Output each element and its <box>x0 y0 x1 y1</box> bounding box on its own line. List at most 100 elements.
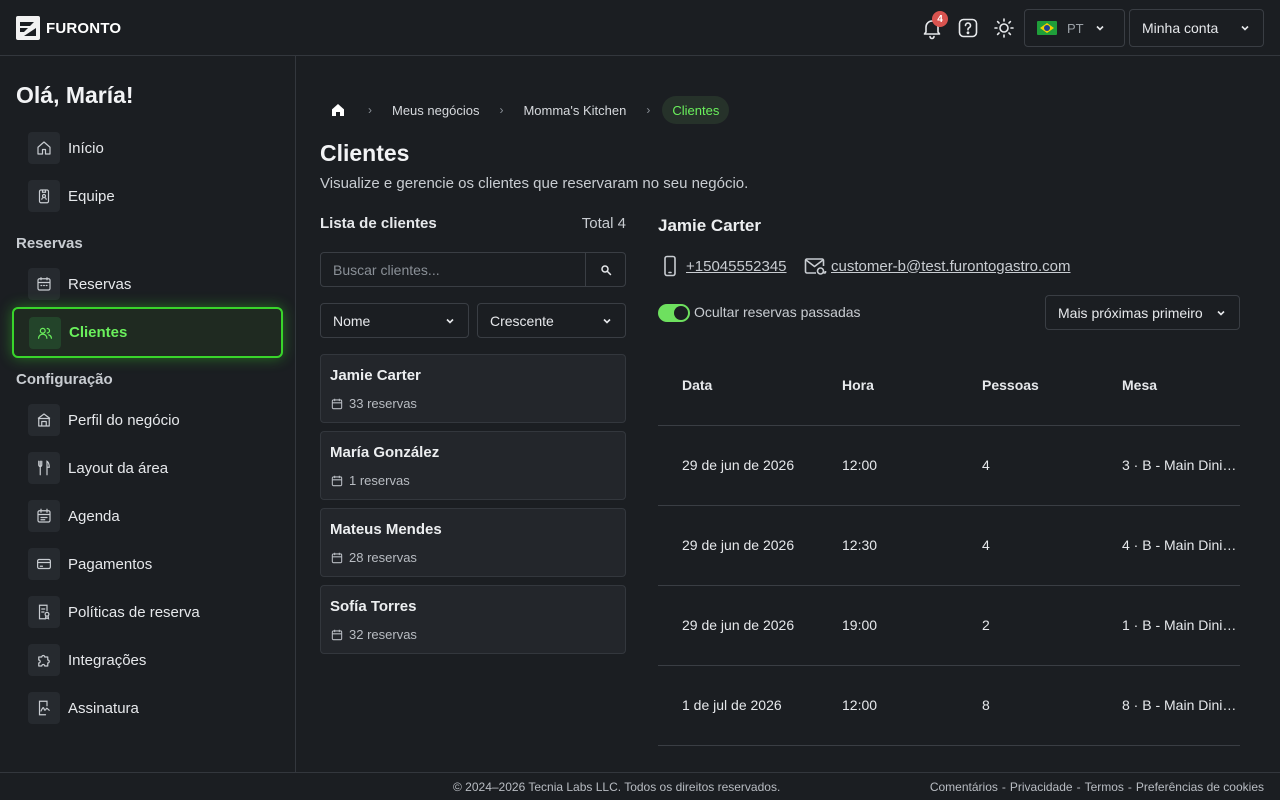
chevron-down-icon <box>1241 25 1249 31</box>
client-card-maria-gonzalez[interactable]: María González 1 reservas <box>320 431 626 500</box>
client-email: customer-b@test.furontogastro.com <box>831 257 1071 275</box>
client-detail-name: Jamie Carter <box>658 216 762 235</box>
sidebar-item-equipe[interactable]: Equipe <box>28 180 278 212</box>
client-reservations: 33 reservas <box>330 396 417 411</box>
sidebar-item-assinatura[interactable]: Assinatura <box>28 692 278 724</box>
cell-date: 29 de jun de 2026 <box>682 617 795 633</box>
client-phone-link[interactable]: +15045552345 <box>658 254 787 278</box>
table-row[interactable]: 29 de jun de 2026 12:00 4 3 · B - Main D… <box>658 426 1240 506</box>
client-reservation-count: 33 reservas <box>349 396 417 411</box>
help-icon[interactable] <box>956 16 980 40</box>
logo[interactable]: FURONTO <box>16 16 121 40</box>
client-reservations: 32 reservas <box>330 627 417 642</box>
sidebar-item-label: Agenda <box>68 507 120 525</box>
reservation-sort-select[interactable]: Mais próximas primeiro <box>1045 295 1240 330</box>
signature-icon <box>28 692 60 724</box>
reservations-table: Data Hora Pessoas Mesa 29 de jun de 2026… <box>658 346 1240 746</box>
footer-link-privacidade[interactable]: Privacidade <box>1010 780 1073 794</box>
client-name: María González <box>330 444 440 461</box>
column-header-data: Data <box>682 377 713 393</box>
breadcrumb-item-meus-negocios[interactable]: Meus negócios <box>384 103 487 118</box>
sidebar-item-politicas-reserva[interactable]: Políticas de reserva <box>28 596 278 628</box>
column-header-mesa: Mesa <box>1122 377 1158 393</box>
cell-table: 8 · B - Main Dining Room <box>1122 697 1240 713</box>
account-menu-button[interactable]: Minha conta <box>1129 9 1264 47</box>
search-button[interactable] <box>585 253 625 286</box>
calendar-icon <box>331 629 343 640</box>
column-header-hora: Hora <box>842 377 874 393</box>
section-label-configuracao: Configuração <box>16 371 113 388</box>
hide-past-reservations-label: Ocultar reservas passadas <box>694 304 861 320</box>
footer-link-termos[interactable]: Termos <box>1085 780 1124 794</box>
account-label: Minha conta <box>1142 20 1219 36</box>
sidebar-item-agenda[interactable]: Agenda <box>28 500 278 532</box>
cell-time: 12:00 <box>842 457 878 473</box>
top-bar: FURONTO 4 PT Minha conta <box>0 0 1280 56</box>
cell-date: 29 de jun de 2026 <box>682 537 795 553</box>
client-list-title: Lista de clientes <box>320 215 437 232</box>
client-card-jamie-carter[interactable]: Jamie Carter 33 reservas <box>320 354 626 423</box>
client-card-sofia-torres[interactable]: Sofía Torres 32 reservas <box>320 585 626 654</box>
client-card-mateus-mendes[interactable]: Mateus Mendes 28 reservas <box>320 508 626 577</box>
client-name: Mateus Mendes <box>330 521 442 538</box>
table-row[interactable]: 29 de jun de 2026 19:00 2 1 · B - Main D… <box>658 586 1240 666</box>
sidebar-item-label: Perfil do negócio <box>68 411 180 429</box>
cell-date: 1 de jul de 2026 <box>682 697 782 713</box>
cell-table: 4 · B - Main Dining Room <box>1122 537 1240 553</box>
cell-date: 29 de jun de 2026 <box>682 457 795 473</box>
table-row[interactable]: 1 de jul de 2026 12:00 8 8 · B - Main Di… <box>658 666 1240 746</box>
sidebar-item-perfil-negocio[interactable]: Perfil do negócio <box>28 404 278 436</box>
language-code: PT <box>1067 20 1084 36</box>
cell-people: 8 <box>982 697 990 713</box>
search-icon <box>600 264 611 275</box>
puzzle-icon <box>28 644 60 676</box>
breadcrumb-item-business[interactable]: Momma's Kitchen <box>515 103 634 118</box>
sidebar-item-label: Reservas <box>68 275 132 293</box>
breadcrumb-separator: › <box>368 103 372 117</box>
sidebar-item-label: Clientes <box>69 324 128 341</box>
sort-order-select[interactable]: Crescente <box>477 303 626 338</box>
footer-link-comentarios[interactable]: Comentários <box>930 780 998 794</box>
breadcrumb: › Meus negócios › Momma's Kitchen › Clie… <box>320 96 730 124</box>
sidebar: Olá, María! Início Equipe Reservas Reser… <box>0 56 296 772</box>
client-email-link[interactable]: customer-b@test.furontogastro.com <box>803 254 1071 278</box>
users-icon <box>29 316 61 349</box>
sidebar-item-layout-area[interactable]: Layout da área <box>28 452 278 484</box>
sort-field-value: Nome <box>333 312 371 329</box>
sidebar-item-label: Assinatura <box>68 699 139 717</box>
cell-table: 3 · B - Main Dining Room <box>1122 457 1240 473</box>
chevron-down-icon <box>603 318 611 324</box>
footer-link-cookies[interactable]: Preferências de cookies <box>1136 780 1264 794</box>
theme-sun-icon[interactable] <box>992 16 1016 40</box>
chevron-down-icon <box>1096 25 1104 31</box>
table-row[interactable]: 29 de jun de 2026 12:30 4 4 · B - Main D… <box>658 506 1240 586</box>
client-reservation-count: 28 reservas <box>349 550 417 565</box>
utensils-icon <box>28 452 60 484</box>
sidebar-item-label: Integrações <box>68 651 147 669</box>
sidebar-item-inicio[interactable]: Início <box>28 132 278 164</box>
breadcrumb-separator: › <box>499 103 504 117</box>
sort-field-select[interactable]: Nome <box>320 303 469 338</box>
footer-separator: - <box>1001 780 1006 794</box>
section-label-reservas: Reservas <box>16 235 83 252</box>
reservation-sort-value: Mais próximas primeiro <box>1058 304 1203 321</box>
client-reservations: 28 reservas <box>330 550 417 565</box>
calendar-icon <box>331 475 343 486</box>
sidebar-item-integracoes[interactable]: Integrações <box>28 644 278 676</box>
page-subtitle: Visualize e gerencie os clientes que res… <box>320 175 749 192</box>
cell-people: 2 <box>982 617 990 633</box>
hide-past-reservations-toggle[interactable] <box>658 304 690 322</box>
breadcrumb-home-icon[interactable] <box>320 96 356 124</box>
client-reservations: 1 reservas <box>330 473 410 488</box>
sidebar-item-label: Políticas de reserva <box>68 603 200 621</box>
client-name: Jamie Carter <box>330 367 421 384</box>
cell-time: 12:00 <box>842 697 878 713</box>
calendar-icon <box>331 552 343 563</box>
search-input[interactable] <box>321 253 585 286</box>
sidebar-item-reservas[interactable]: Reservas <box>28 268 278 300</box>
breadcrumb-current: Clientes <box>662 96 730 124</box>
language-selector[interactable]: PT <box>1024 9 1125 47</box>
sidebar-item-clientes[interactable]: Clientes <box>12 307 283 358</box>
page-title: Clientes <box>320 140 410 166</box>
sidebar-item-pagamentos[interactable]: Pagamentos <box>28 548 278 580</box>
